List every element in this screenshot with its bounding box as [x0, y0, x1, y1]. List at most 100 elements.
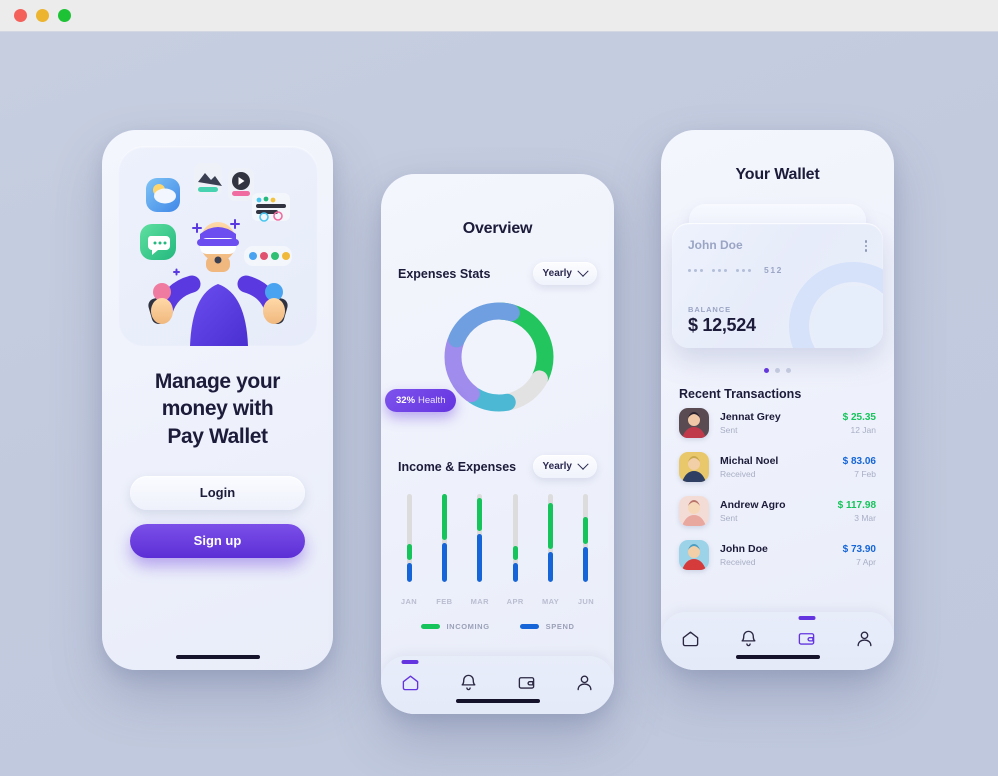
bottom-navigation [381, 656, 614, 714]
legend-label: INCOMING [446, 622, 490, 631]
home-icon [681, 629, 700, 653]
month-label: FEB [436, 597, 453, 606]
nav-item-home[interactable] [393, 660, 427, 702]
month-label: APR [506, 597, 524, 606]
bar-segment-spend [441, 543, 447, 582]
card-pagination-dots[interactable] [661, 368, 894, 373]
signup-button[interactable]: Sign up [130, 523, 305, 558]
bar-track [548, 494, 554, 582]
nav-item-bell[interactable] [451, 668, 485, 702]
profile-icon [575, 673, 594, 697]
bell-icon [459, 673, 478, 697]
transaction-amount: $ 25.35 [842, 411, 876, 423]
home-indicator [735, 655, 820, 659]
maximize-window-button[interactable] [58, 9, 71, 22]
card-number: 512 [688, 265, 867, 275]
phone-wallet-screen: Your Wallet John Doe 512 BALANCE $ 12,52… [661, 130, 894, 670]
pagination-dot[interactable] [775, 368, 780, 373]
health-badge-percent: 32% [396, 395, 416, 406]
transaction-amount: $ 73.90 [842, 543, 876, 555]
income-expenses-label: Income & Expenses [398, 459, 517, 474]
card-holder-name: John Doe [688, 238, 743, 252]
transaction-row[interactable]: John Doe Received $ 73.90 7 Apr [661, 533, 894, 577]
transactions-list: Jennat Grey Sent $ 25.35 12 Jan Michal Noel R… [661, 401, 894, 577]
expenses-stats-label: Expenses Stats [398, 266, 491, 281]
expenses-period-value: Yearly [542, 268, 572, 279]
headline-line-2: money with [161, 397, 274, 421]
window-titlebar [0, 0, 998, 32]
transaction-date: 7 Apr [856, 556, 876, 567]
nav-item-profile[interactable] [568, 668, 602, 702]
legend-swatch [519, 624, 539, 629]
page-title: Manage your money with Pay Wallet [102, 368, 333, 450]
transaction-row[interactable]: Jennat Grey Sent $ 25.35 12 Jan [661, 401, 894, 445]
pagination-dot[interactable] [764, 368, 769, 373]
minimize-window-button[interactable] [36, 9, 49, 22]
bar-segment-incoming [512, 545, 518, 560]
card-carousel: John Doe 512 BALANCE $ 12,524 [661, 204, 894, 364]
expenses-period-dropdown[interactable]: Yearly [532, 262, 597, 285]
bar-chart-legend: INCOMING SPEND [381, 622, 614, 631]
card-number-group [688, 268, 703, 272]
card-more-options-icon[interactable] [864, 240, 867, 252]
bar-column [512, 494, 518, 590]
nav-item-bell[interactable] [731, 624, 765, 658]
transaction-amount: $ 83.06 [842, 455, 876, 467]
transaction-amount: $ 117.98 [837, 499, 876, 511]
legend-item: INCOMING [420, 622, 490, 631]
bar-segment-incoming [441, 494, 447, 541]
bar-segment-spend [548, 552, 554, 582]
transaction-status: Received [720, 469, 756, 479]
health-badge-label: Health [418, 395, 446, 406]
login-button[interactable]: Login [130, 475, 305, 510]
bar-column [477, 494, 483, 590]
bar-segment-spend [512, 562, 518, 582]
transaction-status: Received [720, 557, 756, 567]
card-last-digits: 512 [764, 265, 783, 275]
home-indicator [175, 655, 260, 659]
auth-button-group: Login Sign up [102, 475, 333, 558]
overview-title: Overview [462, 220, 533, 237]
wallet-card[interactable]: John Doe 512 BALANCE $ 12,524 [672, 223, 883, 348]
nav-item-home[interactable] [673, 624, 707, 658]
bar-segment-incoming [406, 543, 412, 560]
bar-column [441, 494, 447, 590]
avatar [679, 540, 709, 570]
transaction-row[interactable]: Michal Noel Received $ 83.06 7 Feb [661, 445, 894, 489]
close-window-button[interactable] [14, 9, 27, 22]
month-label: MAY [541, 597, 560, 606]
transaction-name: Jennat Grey [720, 411, 781, 423]
nav-item-wallet[interactable] [790, 616, 824, 658]
wallet-icon [517, 673, 536, 697]
transaction-row[interactable]: Andrew Agro Sent $ 117.98 3 Mar [661, 489, 894, 533]
pagination-dot[interactable] [786, 368, 791, 373]
profile-icon [855, 629, 874, 653]
recent-transactions-title: Recent Transactions [679, 387, 802, 401]
nav-item-profile[interactable] [848, 624, 882, 658]
home-indicator [455, 699, 540, 703]
phone-onboarding-screen: Manage your money with Pay Wallet Login … [102, 130, 333, 670]
expenses-stats-header: Expenses Stats Yearly [381, 262, 614, 285]
avatar [679, 452, 709, 482]
avatar [679, 408, 709, 438]
nav-item-wallet[interactable] [510, 668, 544, 702]
balance-label: BALANCE [688, 305, 731, 314]
income-expenses-bar-chart [381, 494, 614, 590]
bar-segment-incoming [583, 517, 589, 544]
bar-track [441, 494, 447, 582]
health-badge: 32% Health [385, 389, 457, 412]
bar-column [548, 494, 554, 590]
design-canvas: Manage your money with Pay Wallet Login … [0, 32, 998, 776]
nav-active-indicator [401, 660, 419, 664]
wallet-title: Your Wallet [735, 166, 820, 183]
nav-active-indicator [798, 616, 816, 620]
transaction-name: John Doe [720, 543, 768, 555]
income-period-value: Yearly [542, 461, 572, 472]
bar-track [477, 494, 483, 582]
vr-juggler-illustration [117, 146, 318, 346]
income-period-dropdown[interactable]: Yearly [532, 455, 597, 478]
headline-line-1: Manage your [154, 370, 281, 393]
transaction-name: Michal Noel [720, 455, 779, 467]
bar-track [406, 494, 412, 582]
legend-item: SPEND [519, 622, 575, 631]
